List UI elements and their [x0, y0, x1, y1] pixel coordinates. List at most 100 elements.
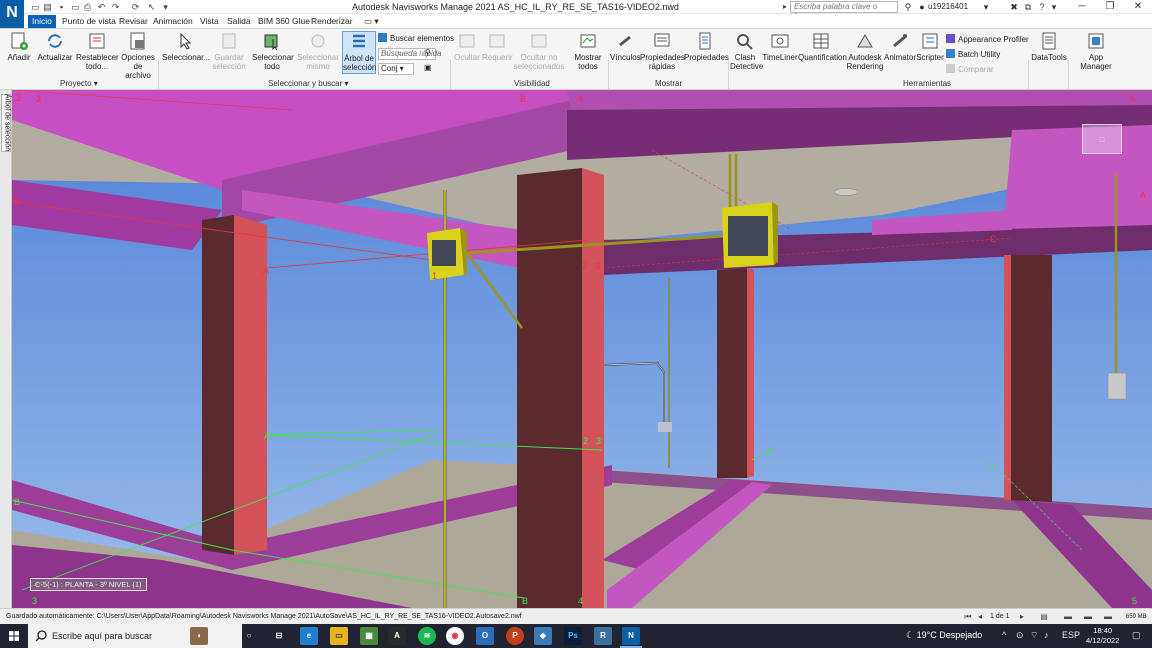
batch-utility-button[interactable]: Batch Utility [946, 49, 1000, 60]
weather-widget[interactable]: ☾ 19°C Despejado [906, 630, 982, 641]
links-button[interactable]: Vínculos [610, 31, 641, 62]
spotify-icon[interactable]: ≋ [418, 627, 436, 645]
clash-detective-button[interactable]: Clash Detective [730, 31, 763, 71]
help-dropdown-icon[interactable]: ▾ [1048, 1, 1060, 13]
select-same-button[interactable]: Seleccionar mismo [296, 31, 340, 71]
properties-button[interactable]: Propiedades [684, 31, 729, 62]
appearance-profiler-button[interactable]: Appearance Profiler [946, 34, 1029, 45]
tab-punto-de-vista[interactable]: Punto de vista [58, 15, 120, 28]
dropdown-icon[interactable]: ▾ [980, 1, 992, 13]
cortana-icon[interactable]: ○ [240, 627, 258, 645]
tab-extra-icon[interactable]: ▭ ▾ [360, 15, 383, 28]
require-button[interactable]: Requerir [482, 31, 513, 62]
windows-start-icon[interactable] [0, 624, 28, 648]
group-seleccionar[interactable]: Seleccionar y buscar ▾ [268, 79, 349, 88]
revit-icon[interactable]: R [594, 627, 612, 645]
chrome-icon[interactable]: ◉ [446, 627, 464, 645]
save-icon[interactable]: ▪ [56, 2, 67, 12]
print-icon[interactable]: ⎙ [82, 2, 93, 12]
save-selection-button[interactable]: Guardar selección [208, 31, 250, 71]
edge-icon[interactable]: e [300, 627, 318, 645]
find-items-button[interactable]: Buscar elementos [378, 33, 454, 44]
compare-button[interactable]: Comparar [946, 64, 994, 75]
autodesk-rendering-button[interactable]: Autodesk Rendering [846, 31, 884, 71]
maximize-icon[interactable]: ❐ [1096, 0, 1124, 14]
select-all-button[interactable]: Seleccionar todo [252, 31, 294, 71]
network-icon[interactable]: ⧉ [1022, 1, 1034, 13]
binoculars-icon[interactable]: ⚲ [902, 1, 914, 13]
timeliner-button[interactable]: TimeLiner [762, 31, 798, 62]
hide-icon [459, 34, 475, 48]
tab-renderizar[interactable]: Renderizar [307, 15, 357, 28]
new-file-icon[interactable]: ▭ [30, 2, 41, 12]
outlook-icon[interactable]: O [476, 627, 494, 645]
next-page-icon[interactable]: ▸ [1016, 612, 1028, 622]
photoshop-icon[interactable]: Ps [564, 627, 582, 645]
select-button[interactable]: Seleccionar... [162, 31, 210, 62]
keyword-search-input[interactable]: Escriba palabra clave o frase [790, 1, 898, 21]
tray-volume-icon[interactable]: ♪ [1044, 630, 1049, 640]
app-icon-9[interactable]: ◈ [534, 627, 552, 645]
datatools-button[interactable]: DataTools [1030, 31, 1068, 62]
timeliner-icon [771, 34, 789, 48]
tab-animacion[interactable]: Animación [149, 15, 197, 28]
powerpoint-icon[interactable]: P [506, 627, 524, 645]
refresh-icon[interactable]: ▭ [70, 2, 81, 12]
user-icon[interactable]: ● [916, 1, 928, 13]
quick-properties-button[interactable]: Propiedades rápidas [640, 31, 685, 71]
first-page-icon[interactable]: ⏮ [962, 612, 974, 622]
tray-chevron-icon[interactable]: ^ [1002, 630, 1006, 640]
store-icon[interactable]: ▦ [360, 627, 378, 645]
hide-unselected-button[interactable]: Ocultar no seleccionados [510, 31, 568, 71]
file-explorer-icon[interactable]: ▭ [330, 627, 348, 645]
tray-network-icon[interactable]: ⊙ [1016, 630, 1024, 641]
tab-inicio[interactable]: Inicio [28, 15, 56, 28]
show-all-button[interactable]: Mostrar todos [570, 31, 606, 71]
taskbar-search-input[interactable]: Escribe aquí para buscar [28, 624, 242, 648]
tab-bim360[interactable]: BIM 360 Glue [254, 15, 314, 28]
help-icon[interactable]: ? [1036, 1, 1048, 13]
quantification-button[interactable]: Quantification [798, 31, 847, 62]
app-menu-button[interactable]: N [0, 0, 24, 28]
sheet-browser-icon[interactable]: ▤ [1038, 612, 1050, 622]
app-manager-button[interactable]: App Manager [1072, 31, 1120, 71]
selection-tree-tab[interactable]: Árbol de selección [1, 94, 11, 152]
select-pointer-icon[interactable]: ↖ [146, 2, 157, 12]
hide-button[interactable]: Ocultar [452, 31, 482, 62]
language-indicator[interactable]: ESP [1062, 630, 1080, 640]
reset-all-button[interactable]: Restablecer todo... [76, 31, 119, 71]
task-view-icon[interactable]: ⊟ [270, 627, 288, 645]
tab-vista[interactable]: Vista [196, 15, 223, 28]
tab-salida[interactable]: Salida [223, 15, 255, 28]
sync-icon[interactable]: ⟳ [130, 2, 141, 12]
customize-icon[interactable]: ▾ [160, 2, 171, 12]
navisworks-icon[interactable]: N [622, 627, 640, 645]
prev-page-icon[interactable]: ◂ [974, 612, 986, 622]
file-options-button[interactable]: Opciones de archivo [120, 31, 156, 80]
tray-wifi-icon[interactable]: ⌔ [1030, 630, 1038, 641]
column-center-side [517, 168, 582, 608]
minimize-icon[interactable]: ─ [1068, 0, 1096, 14]
quick-find-icon[interactable]: ⚲ [425, 48, 431, 58]
autocad-icon[interactable]: A [388, 627, 406, 645]
3d-viewport[interactable]: 2 3 B 4 5 B A 1 2 3 A C A 1 2 3 B 4 5 B … [12, 90, 1152, 608]
search-icon [35, 630, 47, 642]
user-name[interactable]: u19216401 [928, 2, 968, 11]
open-file-icon[interactable]: ▤ [42, 2, 53, 12]
selection-tree-button[interactable]: Árbol de selección [342, 31, 376, 74]
scripter-button[interactable]: Scripter [916, 31, 944, 62]
viewcube[interactable]: ⬚ [1082, 124, 1122, 154]
tab-revisar[interactable]: Revisar [115, 15, 152, 28]
close-icon[interactable]: ✕ [1124, 0, 1152, 14]
system-clock[interactable]: 18:40 4/12/2022 [1086, 626, 1119, 646]
undo-icon[interactable]: ↶ [96, 2, 107, 12]
refresh-button[interactable]: Actualizar [36, 31, 74, 62]
redo-icon[interactable]: ↷ [110, 2, 121, 12]
exchange-icon[interactable]: ✖ [1008, 1, 1020, 13]
notifications-icon[interactable]: ▢ [1132, 630, 1141, 641]
sets-manage-icon[interactable]: ▣ [424, 63, 432, 73]
add-button[interactable]: Añadir [4, 31, 34, 62]
sets-dropdown[interactable]: Conj ▾ [378, 63, 414, 75]
group-proyecto[interactable]: Proyecto ▾ [60, 79, 98, 88]
animator-button[interactable]: Animator [884, 31, 916, 62]
